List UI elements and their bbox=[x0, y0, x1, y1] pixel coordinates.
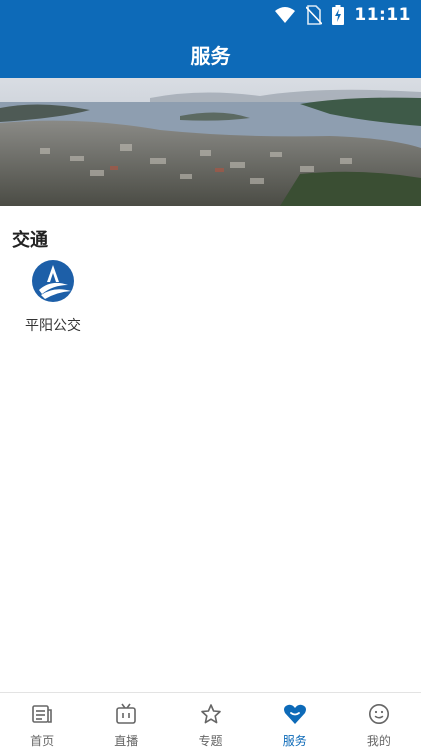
battery-charging-icon bbox=[332, 5, 345, 25]
star-icon bbox=[199, 702, 223, 726]
nav-item-mine[interactable]: 我的 bbox=[337, 693, 421, 751]
bottom-nav: 首页 直播 专题 服务 我的 bbox=[0, 692, 421, 751]
pingyang-bus-logo-icon bbox=[32, 260, 74, 302]
nav-item-services[interactable]: 服务 bbox=[253, 693, 337, 751]
news-icon bbox=[30, 702, 54, 726]
app-header: 服务 bbox=[0, 30, 421, 78]
banner-image[interactable] bbox=[0, 78, 421, 206]
service-item-pingyang-bus[interactable]: 平阳公交 bbox=[18, 256, 88, 338]
nav-item-home[interactable]: 首页 bbox=[0, 693, 84, 751]
nav-item-topics[interactable]: 专题 bbox=[168, 693, 252, 751]
heart-lips-icon bbox=[283, 702, 307, 726]
nav-item-live[interactable]: 直播 bbox=[84, 693, 168, 751]
status-bar: 11:11 bbox=[0, 0, 421, 30]
wifi-icon bbox=[274, 6, 296, 24]
nav-label-topics: 专题 bbox=[198, 734, 223, 748]
smiley-icon bbox=[367, 702, 391, 726]
nav-label-live: 直播 bbox=[114, 734, 139, 748]
page-title: 服务 bbox=[190, 43, 231, 68]
nav-label-home: 首页 bbox=[30, 734, 55, 748]
no-sim-icon bbox=[306, 5, 323, 25]
status-time: 11:11 bbox=[354, 5, 411, 25]
service-item-label: 平阳公交 bbox=[25, 318, 81, 334]
nav-label-services: 服务 bbox=[282, 734, 307, 748]
nav-label-mine: 我的 bbox=[366, 734, 391, 748]
tv-icon bbox=[114, 702, 138, 726]
section-title-transport: 交通 bbox=[12, 230, 48, 251]
